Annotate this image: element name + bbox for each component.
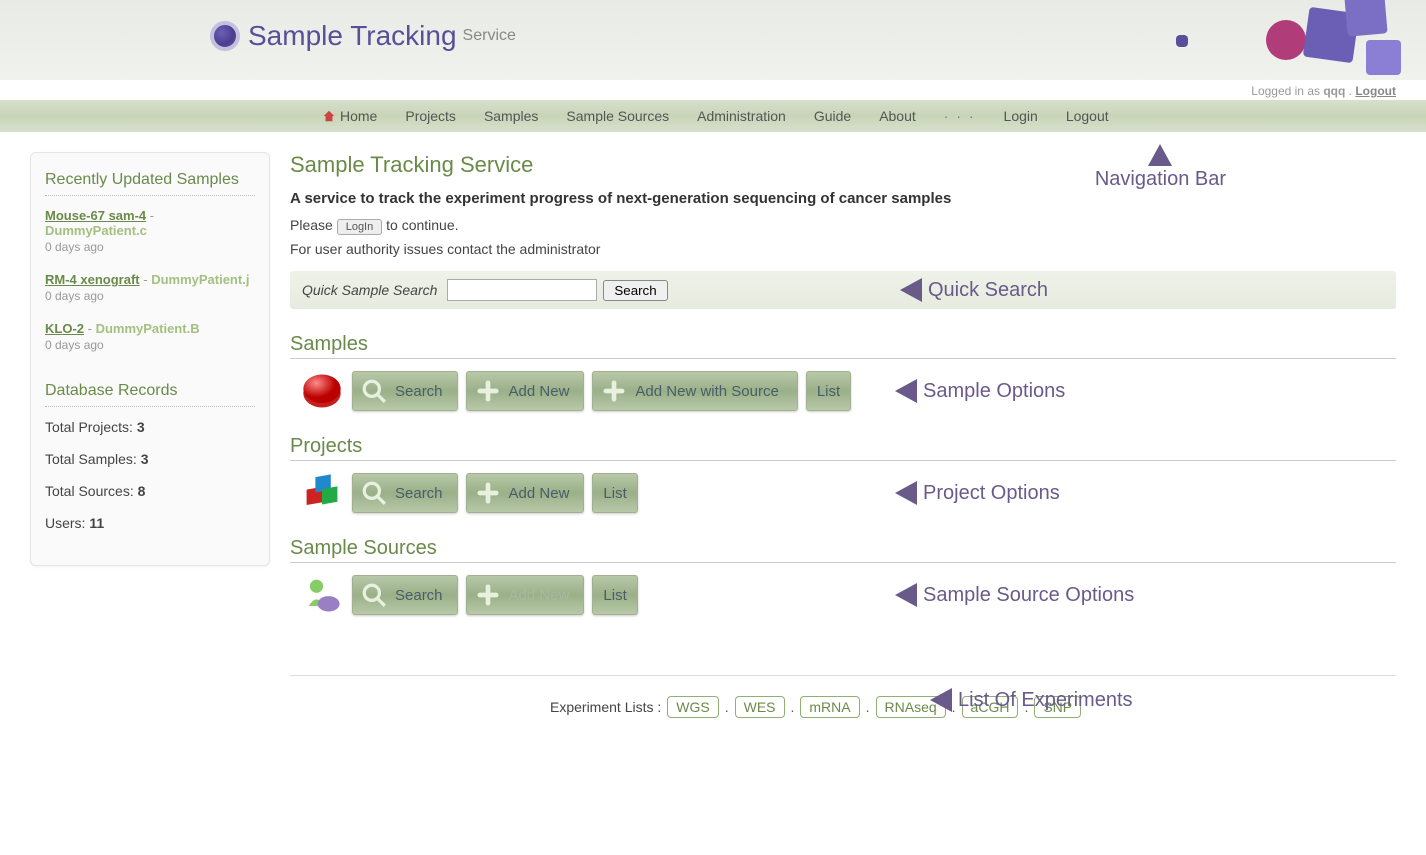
recent-item: Mouse-67 sam-4 - DummyPatient.c 0 days a…	[45, 208, 255, 254]
login-prompt: Please LogIn to continue.	[290, 217, 1396, 235]
app-logo: Sample Tracking Service	[210, 20, 516, 52]
sidebar: Recently Updated Samples Mouse-67 sam-4 …	[30, 152, 270, 566]
arrow-left-icon	[895, 379, 917, 403]
quick-search-bar: Quick Sample Search Search Quick Search	[290, 271, 1396, 309]
home-icon	[322, 109, 336, 123]
recent-sample-source: DummyPatient.B	[96, 321, 200, 336]
recent-sample-source: DummyPatient.j	[151, 272, 249, 287]
nav-separator: · · ·	[930, 108, 990, 124]
samples-add-with-source-button[interactable]: Add New with Source	[592, 371, 797, 411]
annotation-samples: Sample Options	[895, 379, 1065, 403]
samples-list-button[interactable]: List	[806, 371, 851, 411]
search-icon	[359, 376, 389, 406]
nav-home[interactable]: Home	[308, 108, 391, 124]
recent-sample-link[interactable]: KLO-2	[45, 321, 84, 336]
samples-add-button[interactable]: Add New	[466, 371, 585, 411]
main-content: Sample Tracking Service A service to tra…	[280, 152, 1426, 758]
page-title: Sample Tracking Service	[290, 152, 1396, 178]
arrow-left-icon	[895, 583, 917, 607]
recent-sample-age: 0 days ago	[45, 338, 255, 352]
page-subtitle: A service to track the experiment progre…	[290, 190, 1396, 207]
recent-sample-link[interactable]: Mouse-67 sam-4	[45, 208, 146, 223]
samples-heading: Samples	[290, 333, 1396, 359]
experiment-chip-wes[interactable]: WES	[735, 696, 785, 718]
samples-icon	[300, 371, 344, 411]
section-projects: Projects Search	[290, 435, 1396, 513]
projects-heading: Projects	[290, 435, 1396, 461]
nav-samples[interactable]: Samples	[470, 108, 552, 124]
logged-in-user: qqq	[1323, 84, 1345, 98]
recent-sample-link[interactable]: RM-4 xenograft	[45, 272, 140, 287]
recent-item: RM-4 xenograft - DummyPatient.j 0 days a…	[45, 272, 255, 303]
experiment-chip-wgs[interactable]: WGS	[667, 696, 718, 718]
annotation-experiments: List Of Experiments	[930, 688, 1133, 712]
annotation-projects: Project Options	[895, 481, 1060, 505]
app-title: Sample Tracking	[248, 20, 457, 52]
quick-search-button[interactable]: Search	[603, 280, 667, 301]
db-row: Total Samples: 3	[45, 451, 255, 467]
nav-sample-sources[interactable]: Sample Sources	[552, 108, 683, 124]
experiment-chip-mrna[interactable]: mRNA	[800, 696, 859, 718]
search-icon	[359, 580, 389, 610]
plus-icon	[473, 580, 503, 610]
header: Sample Tracking Service	[0, 0, 1426, 80]
logo-circle-icon	[210, 21, 240, 51]
annotation-sources: Sample Source Options	[895, 583, 1134, 607]
experiment-lists-label: Experiment Lists :	[550, 699, 661, 715]
nav-login[interactable]: Login	[990, 108, 1052, 124]
arrow-left-icon	[930, 688, 952, 712]
db-row: Total Projects: 3	[45, 419, 255, 435]
plus-icon	[473, 478, 503, 508]
recent-samples-heading: Recently Updated Samples	[45, 171, 255, 196]
auth-contact-text: For user authority issues contact the ad…	[290, 241, 1396, 257]
app-subtitle: Service	[463, 27, 516, 45]
sources-icon	[300, 575, 344, 615]
samples-search-button[interactable]: Search	[352, 371, 458, 411]
quick-search-label: Quick Sample Search	[302, 282, 437, 298]
recent-item: KLO-2 - DummyPatient.B 0 days ago	[45, 321, 255, 352]
nav-administration[interactable]: Administration	[683, 108, 800, 124]
section-sources: Sample Sources Search	[290, 537, 1396, 615]
nav-projects[interactable]: Projects	[391, 108, 470, 124]
projects-icon	[300, 473, 344, 513]
quick-search-input[interactable]	[447, 279, 597, 301]
annotation-quick-search: Quick Search	[900, 278, 1048, 302]
nav-guide[interactable]: Guide	[800, 108, 865, 124]
arrow-left-icon	[900, 278, 922, 302]
db-row: Total Sources: 8	[45, 483, 255, 499]
recent-sample-source: DummyPatient.c	[45, 223, 147, 238]
nav-about[interactable]: About	[865, 108, 930, 124]
recent-sample-age: 0 days ago	[45, 289, 255, 303]
plus-icon	[599, 376, 629, 406]
search-icon	[359, 478, 389, 508]
projects-add-button[interactable]: Add New	[466, 473, 585, 513]
login-button-inline[interactable]: LogIn	[337, 219, 383, 235]
sources-search-button[interactable]: Search	[352, 575, 458, 615]
navigation-bar: Home Projects Samples Sample Sources Adm…	[0, 100, 1426, 132]
recent-sample-age: 0 days ago	[45, 240, 255, 254]
logout-link-top[interactable]: Logout	[1355, 84, 1396, 98]
db-records-heading: Database Records	[45, 382, 255, 407]
db-row: Users: 11	[45, 515, 255, 531]
projects-search-button[interactable]: Search	[352, 473, 458, 513]
section-samples: Samples Search Add New	[290, 333, 1396, 411]
sources-heading: Sample Sources	[290, 537, 1396, 563]
login-status-bar: Logged in as qqq . Logout	[0, 80, 1426, 100]
logged-in-prefix: Logged in as	[1251, 84, 1323, 98]
sources-add-button[interactable]: Add New	[466, 575, 585, 615]
arrow-left-icon	[895, 481, 917, 505]
plus-icon	[473, 376, 503, 406]
experiment-lists: Experiment Lists : WGS . WES . mRNA . RN…	[290, 675, 1396, 758]
nav-logout[interactable]: Logout	[1052, 108, 1123, 124]
sources-list-button[interactable]: List	[592, 575, 637, 615]
projects-list-button[interactable]: List	[592, 473, 637, 513]
